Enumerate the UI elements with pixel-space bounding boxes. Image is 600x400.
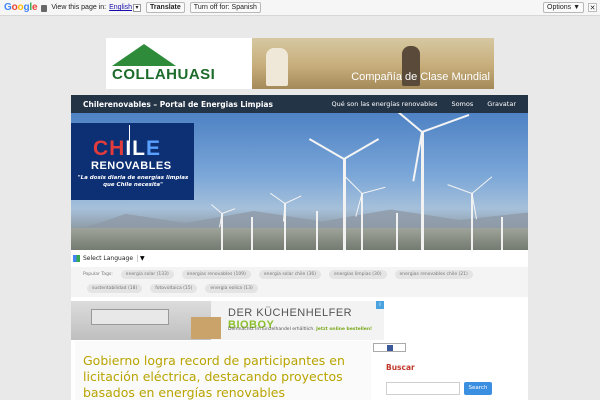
lock-icon	[41, 5, 48, 12]
logo-tagline: "La dosis diaria de energías limpias que…	[77, 175, 189, 188]
nav-link-gravatar[interactable]: Gravatar	[487, 100, 516, 108]
turn-off-button[interactable]: Turn off for: Spanish	[189, 2, 261, 13]
ad-brand: COLLAHUASI	[112, 66, 216, 83]
translate-button[interactable]: Translate	[146, 2, 185, 13]
ad-slogan: Compañía de Clase Mundial	[351, 71, 490, 83]
wind-turbine-image	[421, 131, 424, 250]
nav-links: Qué son las energías renovables Somos Gr…	[318, 95, 516, 113]
view-page-text: View this page in:	[51, 4, 107, 11]
nav-link-energias[interactable]: Qué son las energías renovables	[332, 100, 438, 108]
mountain-logo-icon	[112, 44, 176, 66]
chile-renovables-logo[interactable]: CHILE RENOVABLES "La dosis diaria de ene…	[71, 123, 194, 200]
main-nav: Chilerenovables – Portal de Energias Lim…	[71, 95, 528, 113]
google-logo: Google	[4, 2, 38, 13]
collahuasi-ad-banner[interactable]: COLLAHUASI Compañía de Clase Mundial	[106, 38, 494, 89]
wind-turbine-image	[316, 211, 318, 250]
search-heading: Buscar	[386, 363, 415, 372]
tag-pill[interactable]: energias renovables (109)	[181, 270, 251, 279]
post-title[interactable]: Gobierno logra record de participantes e…	[83, 353, 345, 400]
language-selector-label[interactable]: Select Language	[83, 255, 133, 262]
tag-pill[interactable]: fotovoltaica (15)	[150, 284, 198, 293]
sidebar: Buscar Search	[371, 341, 528, 400]
facebook-icon	[387, 345, 393, 351]
language-selector[interactable]: Select Language ▼	[71, 253, 145, 263]
tag-pill[interactable]: energias renovables chile (21)	[394, 270, 473, 279]
wind-turbine-image	[361, 193, 363, 250]
sink-image	[91, 309, 169, 325]
llama-image	[266, 48, 288, 86]
product-box-image	[191, 317, 221, 339]
facebook-widget[interactable]	[373, 343, 406, 352]
header-wind-farm-image[interactable]: CHILE RENOVABLES "La dosis diaria de ene…	[71, 113, 528, 250]
translate-bar: Google View this page in: English ▾ Tran…	[0, 0, 600, 16]
popular-tags-label: Popular Tags:	[83, 272, 113, 277]
site-container: Chilerenovables – Portal de Energias Lim…	[71, 95, 528, 400]
wind-turbine-image	[501, 217, 503, 250]
google-translate-icon	[73, 254, 80, 262]
tag-pill[interactable]: energías limpias (30)	[328, 270, 387, 279]
kuechenhelfer-ad-banner[interactable]: DER KÜCHENHELFER BIOBOY Demnächst im Ein…	[71, 301, 384, 340]
wind-turbine-image	[251, 217, 253, 250]
site-title[interactable]: Chilerenovables – Portal de Energias Lim…	[83, 100, 273, 109]
tag-pill[interactable]: sustentabilidad (18)	[87, 284, 143, 293]
post-card: Gobierno logra record de participantes e…	[75, 341, 371, 400]
search-input[interactable]	[386, 382, 460, 395]
nav-link-somos[interactable]: Somos	[451, 100, 473, 108]
popular-tags: Popular Tags: energia solar (133) energi…	[71, 267, 528, 297]
chevron-down-icon[interactable]: ▼	[137, 254, 145, 262]
language-dropdown-icon[interactable]: ▾	[133, 3, 142, 12]
options-button[interactable]: Options ▼	[543, 2, 584, 13]
ad-info-icon[interactable]: i	[376, 301, 384, 309]
language-link[interactable]: English	[109, 4, 132, 11]
logo-renovables-text: RENOVABLES	[91, 160, 172, 172]
close-icon[interactable]: ✕	[588, 3, 597, 12]
tag-pill[interactable]: energia solar chile (36)	[258, 270, 321, 279]
search-button[interactable]: Search	[464, 382, 492, 395]
wind-turbine-image	[396, 213, 398, 250]
tag-pill[interactable]: energia eolica (13)	[205, 284, 258, 293]
ad-subtext: Demnächst im Einzelhandel erhältlich. Je…	[228, 327, 373, 332]
logo-chile-text: CHILE	[93, 137, 162, 160]
tag-pill[interactable]: energia solar (133)	[120, 270, 174, 279]
